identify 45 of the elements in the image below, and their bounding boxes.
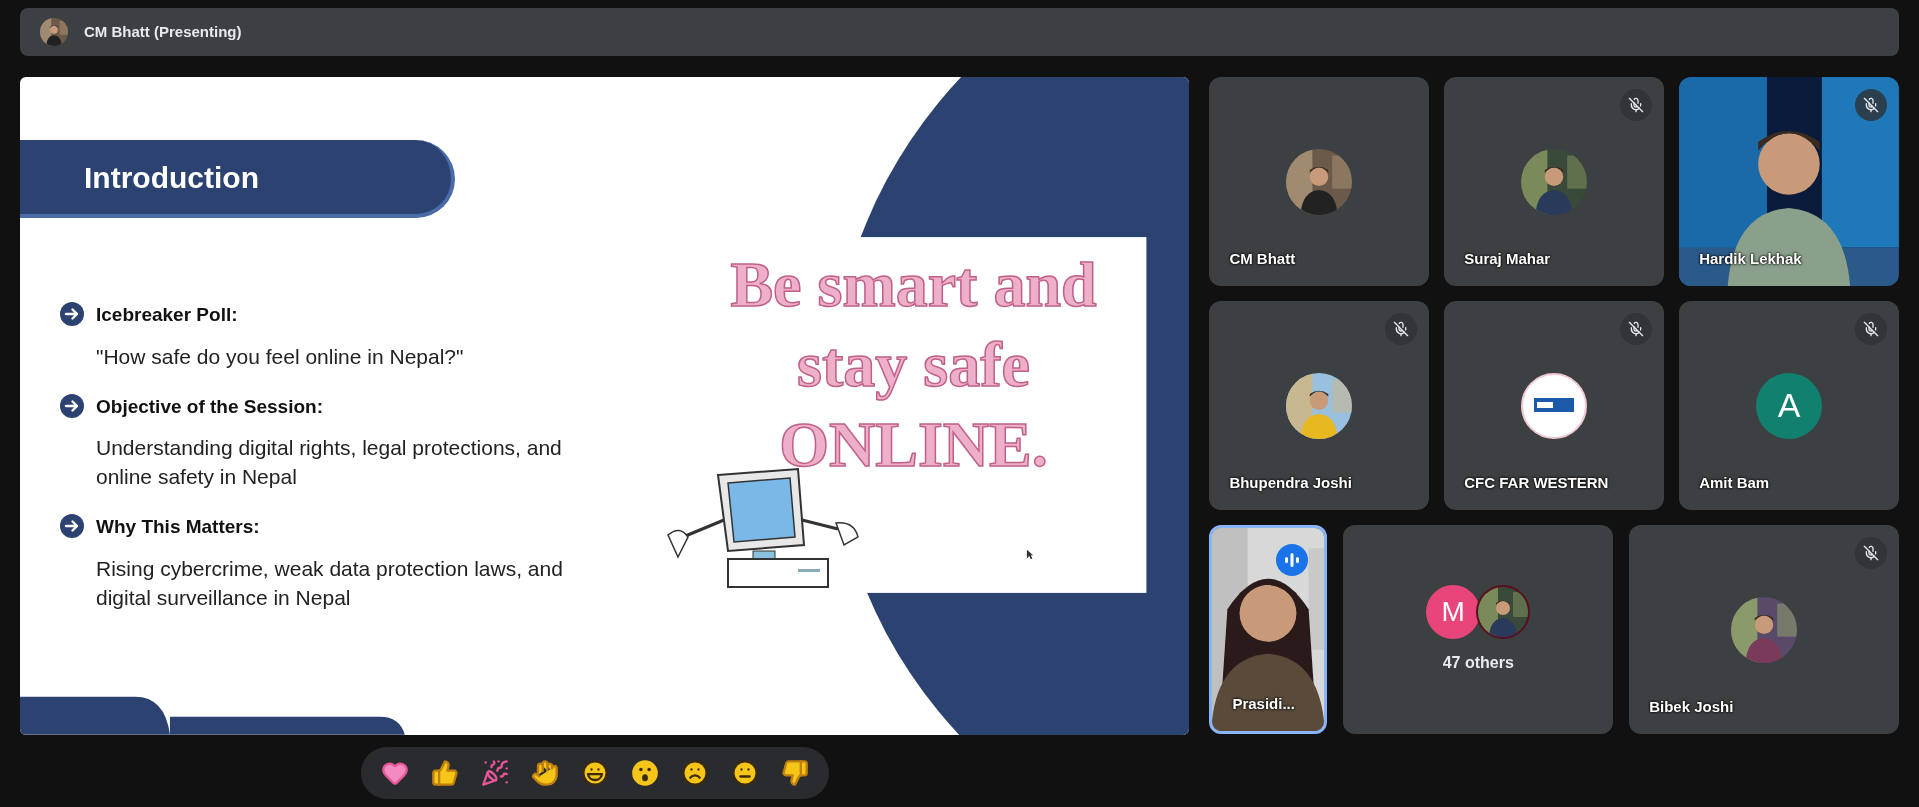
- participant-tile[interactable]: Suraj Mahar: [1444, 77, 1665, 286]
- participant-tile[interactable]: Bibek Joshi: [1629, 525, 1899, 734]
- bullet-text: Rising cybercrime, weak data protection laws, and digital surveillance in Nepal: [96, 555, 564, 611]
- party-popper-icon: [480, 759, 509, 787]
- participant-tile[interactable]: Prasidi...: [1209, 525, 1328, 734]
- participant-name: Suraj Mahar: [1464, 248, 1551, 269]
- participant-name: Bibek Joshi: [1649, 696, 1734, 717]
- laughing-face-icon: [580, 759, 609, 787]
- speaking-indicator-icon: [1276, 544, 1309, 576]
- bullet-heading: Objective of the Session:: [96, 394, 324, 419]
- participant-name: CM Bhatt: [1229, 248, 1296, 269]
- participant-tile[interactable]: CM Bhatt: [1209, 77, 1430, 286]
- participant-tile[interactable]: M 47 others: [1343, 525, 1614, 734]
- slide-tagline: ONLINE.: [779, 408, 1048, 482]
- participant-name: Hardik Lekhak: [1699, 248, 1802, 269]
- participant-name: Bhupendra Joshi: [1229, 472, 1352, 493]
- neutral-face-icon: [730, 759, 759, 787]
- bullet-heading: Icebreaker Poll:: [96, 303, 239, 327]
- avatar-initial: A: [1756, 372, 1823, 439]
- participant-tile[interactable]: Bhupendra Joshi: [1209, 301, 1430, 510]
- bullet-text: "How safe do you feel online in Nepal?": [96, 343, 465, 370]
- slide-title: Introduction: [20, 140, 455, 218]
- participant-name: Amit Bam: [1699, 472, 1770, 493]
- arrow-bullet-icon: [60, 393, 84, 418]
- logo-icon: [1534, 397, 1575, 414]
- bullet-text: Understanding digital rights, legal protections, and online safety in Nepal: [96, 435, 563, 490]
- slide-tagline: stay safe: [797, 328, 1030, 402]
- thumbs-up-icon: [430, 759, 459, 787]
- arrow-bullet-icon: [60, 514, 84, 538]
- participant-name: Prasidi...: [1232, 693, 1295, 714]
- presenter-label: CM Bhatt (Presenting): [84, 21, 242, 42]
- surprised-face-icon: [630, 759, 659, 787]
- thumbs-down-icon: [780, 759, 809, 787]
- bullet-heading: Why This Matters:: [96, 515, 261, 539]
- participant-tile[interactable]: CFC FAR WESTERN: [1444, 301, 1665, 510]
- slide-tagline: Be smart and: [730, 248, 1097, 322]
- participant-tile[interactable]: Hardik Lekhak: [1679, 77, 1899, 286]
- arrow-bullet-icon: [60, 302, 84, 326]
- cursor-icon: [1026, 549, 1034, 560]
- participant-name: CFC FAR WESTERN: [1464, 472, 1609, 493]
- heart-icon: [380, 759, 409, 787]
- participant-tile[interactable]: A Amit Bam: [1679, 301, 1899, 510]
- sad-face-icon: [680, 759, 709, 787]
- participant-count: 47 others: [1442, 652, 1514, 673]
- hand-icon: [530, 759, 559, 787]
